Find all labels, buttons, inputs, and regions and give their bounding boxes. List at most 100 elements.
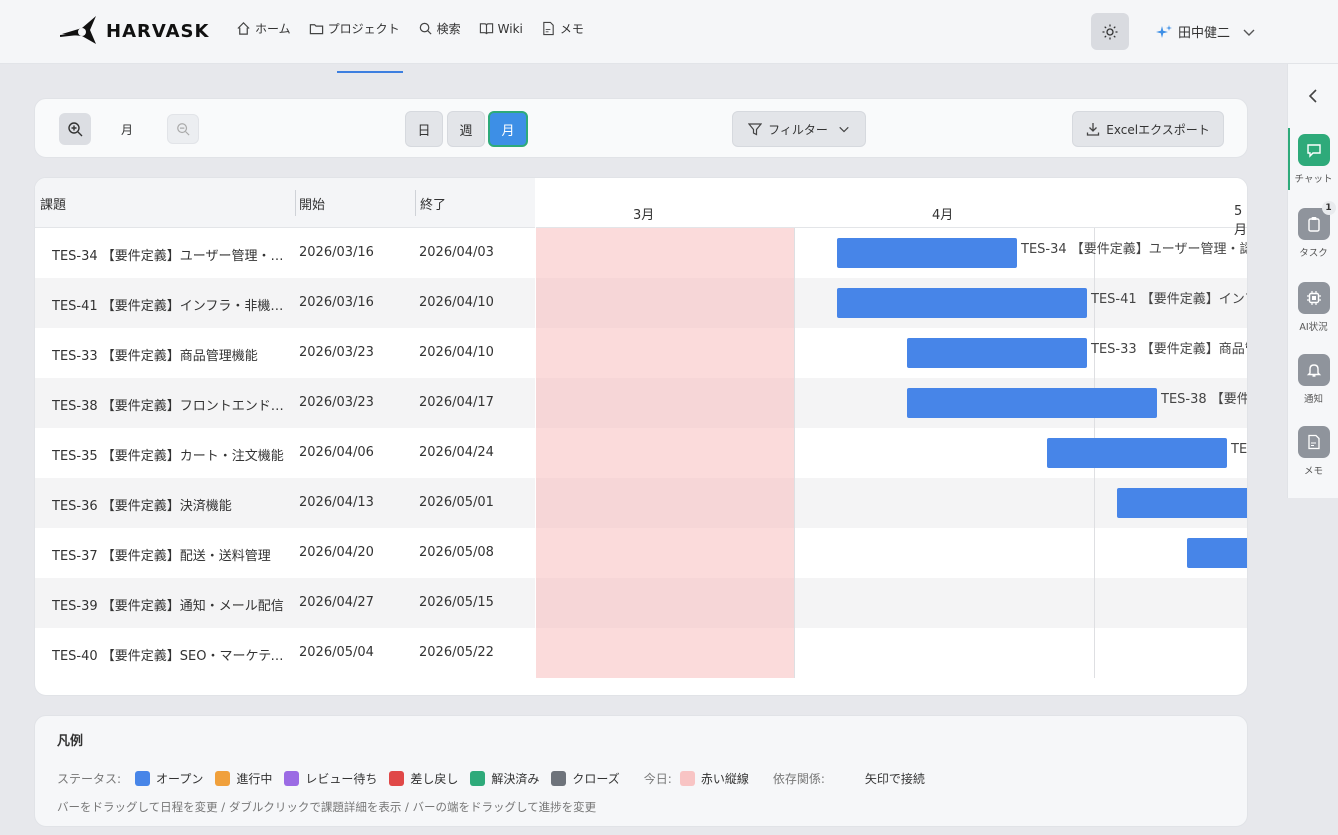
sidebar-item-label: メモ [1303,466,1323,477]
task-name-cell[interactable]: TES-41 【要件定義】インフラ・非機能要件 [52,295,288,314]
legend-today-desc: 赤い縦線 [700,772,749,786]
gantt-bar-label: TES-41 【要件定義】インフラ・非機能要件 [1091,292,1247,307]
sidebar-item-label: AI状況 [1299,322,1328,333]
table-row[interactable]: TES-34 【要件定義】ユーザー管理・認証機能 2026/03/16 2026/0… [35,228,535,278]
legend-status-list: オープン 進行中 レビュー待ち 差し戻し 解決済み クローズ [135,770,632,787]
task-name-cell[interactable]: TES-34 【要件定義】ユーザー管理・認証機能 [52,245,288,264]
task-name-cell[interactable]: TES-36 【要件定義】決済機能 [52,495,288,514]
legend-status-item: 進行中 [215,770,272,787]
task-name-cell[interactable]: TES-40 【要件定義】SEO・マーケティング [52,645,288,664]
gantt-bar[interactable] [1047,438,1227,468]
timeline-header: 3月 4月 5月 [536,178,1247,238]
column-resizer[interactable] [295,190,296,216]
nav-home-label: ホーム [255,22,291,36]
status-label: 進行中 [236,772,273,786]
status-label: レビュー待ち [305,772,378,786]
table-row[interactable]: TES-39 【要件定義】通知・メール配信 2026/04/27 2026/05/1… [35,578,535,628]
user-menu[interactable]: 田中健二 [1156,22,1256,41]
brand-logo[interactable]: HARVASK [60,14,209,48]
sidebar-item-chat[interactable]: チャット [1288,128,1338,190]
start-date-cell: 2026/05/04 [299,645,374,660]
chip-icon [1297,282,1330,314]
table-row[interactable]: TES-41 【要件定義】インフラ・非機能要件 2026/03/16 2026/04… [35,278,535,328]
status-swatch [215,771,231,786]
start-date-cell: 2026/04/20 [299,545,374,560]
gantt-chart: 課題 開始 終了 TES-34 【要件定義】ユーザー管理・認証機能 2026/03… [34,177,1248,696]
table-row[interactable]: TES-40 【要件定義】SEO・マーケティング 2026/05/04 2026/0… [35,628,535,678]
table-row[interactable]: TES-36 【要件定義】決済機能 2026/04/13 2026/05/01 [35,478,535,528]
column-header-end[interactable]: 終了 [420,194,446,213]
chevron-down-icon [839,126,849,133]
gantt-bar[interactable] [837,288,1087,318]
start-date-cell: 2026/03/23 [299,345,374,360]
task-name-cell[interactable]: TES-37 【要件定義】配送・送料管理 [52,545,288,564]
right-sidebar: チャット 1 タスク AI状況 通知 メモ [1287,64,1338,498]
start-date-cell: 2026/03/16 [299,295,374,310]
nav-wiki[interactable]: Wiki [479,20,523,37]
nav-memo[interactable]: メモ [541,20,584,37]
column-header-start[interactable]: 開始 [299,194,325,213]
month-label-march: 3月 [633,208,655,223]
today-swatch [679,771,695,786]
table-row[interactable]: TES-37 【要件定義】配送・送料管理 2026/04/20 2026/05/08 [35,528,535,578]
sun-icon [1102,24,1118,39]
task-name-cell[interactable]: TES-39 【要件定義】通知・メール配信 [52,595,288,614]
nav-projects[interactable]: プロジェクト [309,20,400,37]
bell-icon [1297,354,1330,386]
zoom-in-button[interactable] [59,113,91,145]
zoom-out-button[interactable] [167,114,199,144]
status-swatch [389,771,405,786]
gantt-bar[interactable] [907,338,1087,368]
table-row[interactable]: TES-38 【要件定義】フロントエンド（UI/UX） 2026/03/23 202… [35,378,535,428]
column-resizer[interactable] [415,190,416,216]
nav-active-indicator [337,71,403,73]
sidebar-item-notifications[interactable]: 通知 [1288,348,1338,410]
status-label: オープン [156,772,204,786]
table-row[interactable]: TES-33 【要件定義】商品管理機能 2026/03/23 2026/04/10 [35,328,535,378]
legend-status-label: ステータス: [57,772,122,786]
filter-label: フィルター [768,122,828,137]
legend-row: ステータス: オープン 進行中 レビュー待ち 差し戻し 解決済み クローズ 今日: 赤い縦… [57,770,925,787]
task-count-badge: 1 [1321,201,1336,215]
column-header-task[interactable]: 課題 [40,194,66,213]
start-date-cell: 2026/04/27 [299,595,374,610]
sidebar-item-ai-status[interactable]: AI状況 [1288,276,1338,338]
task-name-cell[interactable]: TES-33 【要件定義】商品管理機能 [52,345,288,364]
folder-icon [309,24,323,35]
scale-day-button[interactable]: 日 [405,111,443,147]
gantt-bar-label: TES-38 【要件定義】フロントエンド（UI/UX） [1161,392,1247,407]
filter-icon [748,123,763,136]
task-name-cell[interactable]: TES-35 【要件定義】カート・注文機能 [52,445,288,464]
task-name-cell[interactable]: TES-38 【要件定義】フロントエンド（UI/UX） [52,395,288,414]
zoom-in-icon [68,122,83,137]
nav-home[interactable]: ホーム [236,20,291,37]
excel-export-button[interactable]: Excelエクスポート [1072,111,1224,147]
filter-button[interactable]: フィルター [732,111,866,147]
sidebar-item-memo[interactable]: メモ [1288,420,1338,482]
theme-toggle-button[interactable] [1091,13,1129,50]
legend-help-text: バーをドラッグして日程を変更 / ダブルクリックで課題詳細を表示 / バーの端を… [57,800,597,814]
memo-icon [1297,426,1330,458]
sparkle-icon [1156,24,1172,38]
nav-search[interactable]: 検索 [418,20,461,37]
chevron-left-icon[interactable] [1306,88,1322,104]
chat-icon [1297,134,1330,166]
sidebar-item-label: タスク [1299,248,1328,259]
sidebar-item-tasks[interactable]: 1 タスク [1288,201,1338,264]
gantt-bar[interactable] [837,238,1017,268]
end-date-cell: 2026/05/01 [419,495,494,510]
main-nav: ホーム プロジェクト 検索 Wiki メモ [236,20,584,37]
legend-status-item: クローズ [551,770,620,787]
legend-dependency-desc: 矢印で接続 [864,772,925,786]
gantt-bar[interactable] [1187,538,1247,568]
scale-month-button[interactable]: 月 [488,111,528,147]
gantt-bar[interactable] [1117,488,1247,518]
gantt-bar[interactable] [907,388,1157,418]
user-name: 田中健二 [1178,26,1231,41]
end-date-cell: 2026/04/03 [419,245,494,260]
legend-status-item: レビュー待ち [284,770,377,787]
gantt-bar-label: TES-35 【要件定義】カート・注文機能 [1231,442,1248,457]
end-date-cell: 2026/05/08 [419,545,494,560]
table-row[interactable]: TES-35 【要件定義】カート・注文機能 2026/04/06 2026/04/2… [35,428,535,478]
scale-week-button[interactable]: 週 [447,111,485,147]
